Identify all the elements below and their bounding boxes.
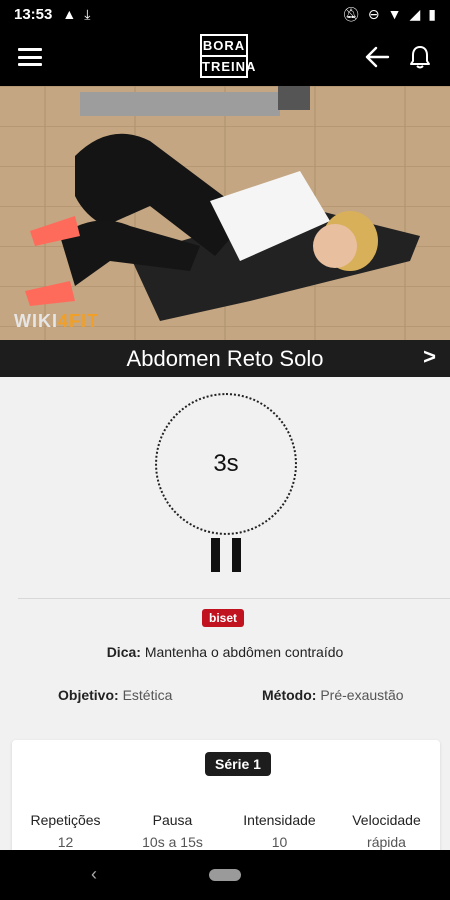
logo-line-2: TREINA: [202, 59, 257, 74]
goal-row: Objetivo: Estética: [58, 687, 172, 703]
status-bar: 13:53 ▲ ⤓ 🔕︎ ⊖ ▼ ◢ ▮: [0, 0, 450, 28]
goal-value: Estética: [122, 687, 173, 703]
battery-icon: ▮: [428, 5, 436, 22]
stat-speed: Velocidade rápida: [333, 812, 440, 850]
menu-icon[interactable]: [18, 48, 42, 66]
notifications-off-icon: 🔕︎: [342, 5, 360, 22]
stat-repetitions: Repetições 12: [12, 812, 119, 850]
back-arrow-icon[interactable]: [364, 46, 390, 68]
signal-icon: ◢: [409, 5, 421, 22]
next-exercise-button[interactable]: >: [423, 344, 436, 370]
stat-value: rápida: [367, 834, 406, 850]
bell-icon[interactable]: [408, 44, 432, 70]
series-label: Série 1: [205, 752, 271, 776]
status-time: 13:53: [14, 5, 53, 23]
tip-row: Dica: Mantenha o abdômen contraído: [0, 644, 450, 660]
exercise-video[interactable]: WIKI4FIT: [0, 86, 450, 340]
stat-header: Repetições: [30, 812, 101, 828]
technique-badge: biset: [202, 609, 245, 627]
stat-header: Velocidade: [352, 812, 421, 828]
video-watermark: WIKI4FIT: [14, 311, 99, 332]
stat-value: 10s a 15s: [142, 834, 203, 850]
rest-timer: 3s: [155, 393, 297, 535]
stat-intensity: Intensidade 10: [226, 812, 333, 850]
home-pill[interactable]: [209, 869, 241, 881]
stat-header: Intensidade: [243, 812, 316, 828]
stat-header: Pausa: [152, 812, 193, 828]
system-nav-bar: ‹: [0, 850, 450, 900]
exercise-title-bar: Abdomen Reto Solo >: [0, 340, 450, 377]
system-back-icon[interactable]: ‹: [91, 864, 97, 885]
logo-line-1: BORA: [202, 36, 246, 57]
wifi-icon: ▼: [387, 6, 402, 22]
series-stats: Repetições 12 Pausa 10s a 15s Intensidad…: [12, 812, 440, 850]
tip-label: Dica:: [106, 644, 141, 660]
app-bar: BORA TREINA: [0, 28, 450, 86]
exercise-title: Abdomen Reto Solo: [126, 345, 324, 371]
goal-label: Objetivo:: [58, 687, 119, 703]
timer-value: 3s: [213, 450, 239, 477]
exercise-illustration: [0, 86, 450, 340]
app-logo: BORA TREINA: [200, 34, 257, 78]
warning-icon: ▲: [62, 6, 77, 22]
watermark-text-a: WIKI: [14, 311, 58, 331]
method-row: Método: Pré-exaustão: [262, 687, 404, 703]
download-done-icon: ⤓: [84, 5, 91, 22]
stat-rest: Pausa 10s a 15s: [119, 812, 226, 850]
stat-value: 10: [271, 834, 288, 850]
method-label: Método:: [262, 687, 317, 703]
pause-button[interactable]: [211, 538, 241, 572]
watermark-text-b: 4FIT: [58, 311, 100, 331]
method-value: Pré-exaustão: [320, 687, 404, 703]
stat-value: 12: [57, 834, 74, 850]
do-not-disturb-icon: ⊖: [367, 5, 380, 22]
divider: [18, 598, 450, 599]
tip-text: Mantenha o abdômen contraído: [144, 644, 344, 660]
exercise-content: 3s biset Dica: Mantenha o abdômen contra…: [0, 377, 450, 870]
